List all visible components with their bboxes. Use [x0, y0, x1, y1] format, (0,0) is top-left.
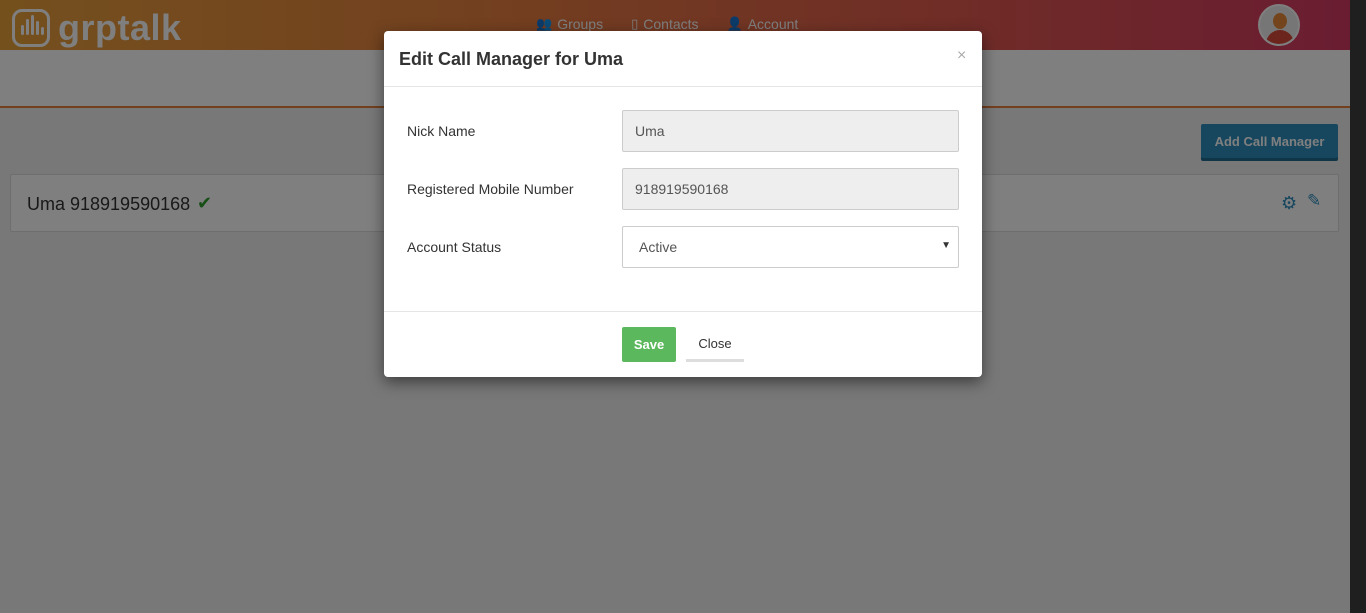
modal-footer: Save Close [384, 311, 982, 377]
mobile-row: Registered Mobile Number 918919590168 [407, 168, 959, 210]
account-status-select[interactable]: Active ▼ [622, 226, 959, 268]
mobile-label: Registered Mobile Number [407, 181, 574, 197]
status-row: Account Status Active ▼ [407, 226, 959, 268]
mobile-number-field[interactable]: 918919590168 [622, 168, 959, 210]
page-scrollbar[interactable] [1350, 0, 1366, 613]
edit-call-manager-modal: Edit Call Manager for Uma × Nick Name Um… [384, 31, 982, 377]
close-icon[interactable]: × [957, 47, 966, 65]
chevron-down-icon: ▼ [941, 240, 951, 251]
nick-name-row: Nick Name Uma [407, 110, 959, 152]
modal-title: Edit Call Manager for Uma [399, 49, 624, 69]
close-button[interactable]: Close [686, 327, 744, 362]
nick-name-field[interactable]: Uma [622, 110, 959, 152]
nick-name-label: Nick Name [407, 123, 476, 139]
account-status-value: Active [639, 239, 678, 255]
account-status-label: Account Status [407, 239, 502, 255]
modal-header: Edit Call Manager for Uma × [384, 31, 982, 87]
save-button[interactable]: Save [622, 327, 676, 362]
